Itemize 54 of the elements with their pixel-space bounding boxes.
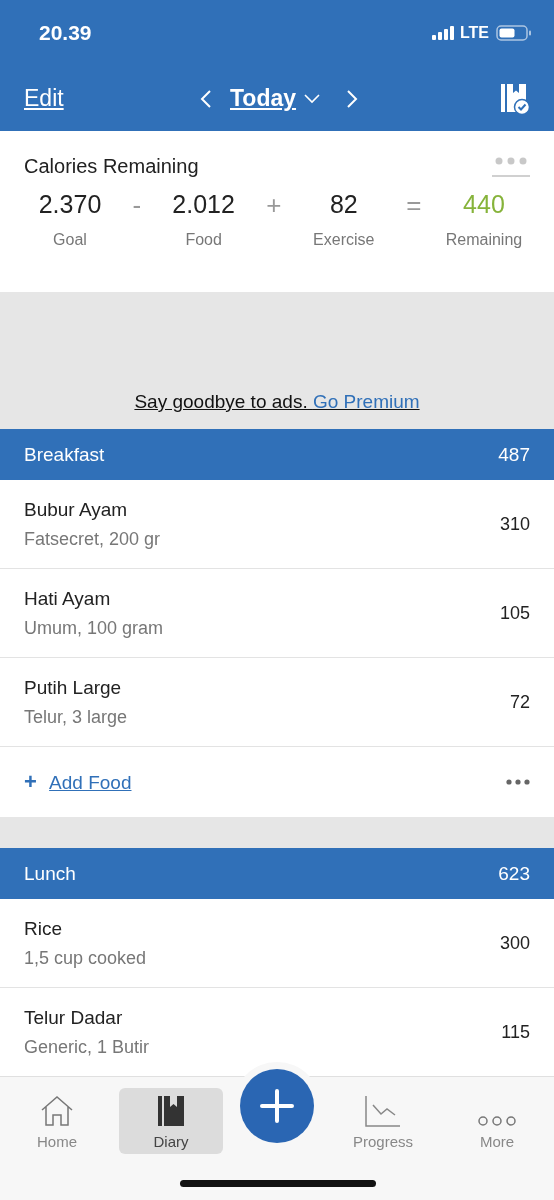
food-detail: Fatsecret, 200 gr (24, 528, 161, 550)
food-name[interactable]: Rice (24, 917, 147, 940)
operator-sign: = (406, 190, 422, 221)
meal-name: Lunch (24, 862, 76, 885)
ad-text: Say goodbye to ads. Go Premium (134, 391, 420, 413)
food-calories: 72 (509, 691, 530, 713)
food-name[interactable]: Telur Dadar (24, 1006, 150, 1029)
food-calories: 115 (501, 1021, 530, 1043)
food-name[interactable]: Hati Ayam (24, 587, 164, 610)
diary-check-icon[interactable] (500, 82, 530, 115)
next-icon[interactable] (346, 88, 359, 109)
meal-total: 623 (498, 862, 530, 885)
previous-icon[interactable] (200, 88, 212, 109)
food-detail: Generic, 1 Butir (24, 1036, 150, 1058)
more-icon (477, 1114, 517, 1127)
calorie-value: 82 (329, 190, 358, 219)
calorie-label: Food (185, 231, 222, 249)
tab[interactable]: More (445, 1087, 549, 1154)
food-calories: 310 (499, 513, 530, 535)
status-time: 20.39 (39, 21, 92, 45)
food-detail: Telur, 3 large (24, 706, 128, 728)
premium-link[interactable]: Go Premium (312, 391, 420, 412)
tab[interactable]: Home (5, 1087, 109, 1154)
edit-link[interactable]: Edit (24, 85, 64, 112)
operator-sign: - (132, 190, 142, 221)
plus-icon (259, 1087, 295, 1124)
meal-name: Breakfast (24, 443, 105, 466)
battery-icon (496, 25, 532, 41)
calorie-value: 2.370 (38, 190, 102, 219)
food-calories: 300 (499, 932, 530, 954)
home-icon (40, 1094, 74, 1127)
more-options-icon[interactable] (506, 779, 530, 785)
operator-sign: + (266, 190, 282, 221)
food-detail: 1,5 cup cooked (24, 947, 147, 969)
tab[interactable]: Diary (119, 1087, 223, 1154)
calories-title: Calories Remaining (24, 155, 199, 178)
food-detail: Umum, 100 gram (24, 617, 164, 639)
signal-icon (431, 26, 456, 40)
food-name[interactable]: Bubur Ayam (24, 498, 161, 521)
network-label: LTE (459, 24, 489, 42)
food-calories: 105 (499, 602, 530, 624)
chart-icon (365, 1094, 401, 1127)
food-name[interactable]: Putih Large (24, 676, 128, 699)
calorie-label: Goal (53, 231, 87, 249)
meal-total: 487 (498, 443, 530, 466)
book-icon (157, 1094, 185, 1127)
tab[interactable]: Progress (331, 1087, 435, 1154)
chevron-down-icon[interactable] (304, 93, 321, 104)
add-food-link[interactable]: + Add Food (24, 769, 132, 795)
date-selector[interactable]: Today (230, 85, 297, 112)
calorie-label: Remaining (445, 231, 523, 249)
calorie-value: 2.012 (172, 190, 235, 219)
calorie-value: 440 (463, 190, 505, 219)
calorie-label: Exercise (313, 231, 375, 249)
